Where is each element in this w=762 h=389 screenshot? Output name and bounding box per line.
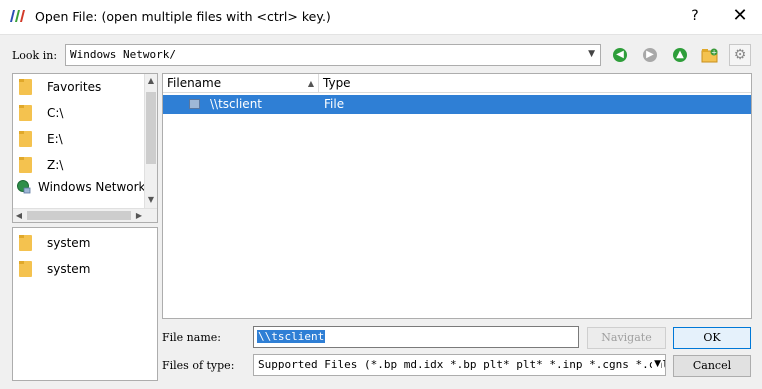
- arrow-left-icon: ◀: [613, 48, 627, 62]
- close-button[interactable]: ✕: [728, 5, 752, 27]
- cancel-button[interactable]: Cancel: [673, 355, 751, 377]
- arrow-right-icon: ▶: [643, 48, 657, 62]
- title-bar: Open File: (open multiple files with <ct…: [0, 0, 762, 34]
- filetype-label: Files of type:: [162, 359, 235, 372]
- filetype-value: Supported Files (*.bp md.idx *.bp plt* p…: [258, 358, 666, 371]
- recent-item-system[interactable]: system: [19, 259, 90, 279]
- folder-icon: [19, 105, 32, 121]
- scroll-right-icon[interactable]: ▶: [133, 209, 145, 222]
- lookin-value: Windows Network/: [70, 48, 176, 61]
- ok-button[interactable]: OK: [673, 327, 751, 349]
- file-list[interactable]: Filename ▲ Type \\tsclient File: [162, 73, 752, 319]
- arrow-up-icon: ▲: [673, 48, 687, 62]
- forward-button[interactable]: ▶: [639, 44, 661, 66]
- column-header-filename[interactable]: Filename ▲: [163, 74, 319, 93]
- sidebar-recent: system system: [12, 227, 158, 381]
- paraview-app-icon: [10, 10, 25, 22]
- sidebar-item-z-drive[interactable]: Z:\: [19, 155, 63, 175]
- sidebar-horizontal-scrollbar[interactable]: ◀ ▶: [13, 208, 157, 222]
- folder-icon: [19, 79, 32, 95]
- settings-button[interactable]: ⚙: [729, 44, 751, 66]
- folder-icon: [19, 157, 32, 173]
- scroll-left-icon[interactable]: ◀: [13, 209, 25, 222]
- network-icon: [17, 180, 31, 194]
- gear-icon: ⚙: [733, 47, 747, 63]
- chevron-down-icon: ▼: [588, 49, 595, 59]
- filename-label: File name:: [162, 331, 221, 344]
- new-folder-icon: +: [701, 48, 718, 63]
- file-type: File: [324, 97, 345, 111]
- sidebar-item-c-drive[interactable]: C:\: [19, 103, 63, 123]
- sidebar-item-windows-network[interactable]: Windows Network: [17, 177, 145, 197]
- filetype-combobox[interactable]: Supported Files (*.bp md.idx *.bp plt* p…: [253, 354, 666, 376]
- sidebar-item-label: Z:\: [47, 158, 64, 172]
- scroll-up-icon[interactable]: ▲: [145, 74, 157, 88]
- folder-icon: [19, 131, 32, 147]
- filename-value: \\tsclient: [257, 330, 326, 343]
- scrollbar-thumb[interactable]: [146, 92, 156, 164]
- column-header-type[interactable]: Type: [319, 74, 751, 93]
- lookin-label: Look in:: [12, 49, 58, 62]
- chevron-down-icon: ▼: [652, 359, 661, 369]
- sidebar-item-label: C:\: [47, 106, 64, 120]
- scrollbar-thumb[interactable]: [27, 211, 131, 220]
- sidebar-item-label: Windows Network: [38, 180, 146, 194]
- folder-icon: [19, 235, 32, 251]
- scroll-down-icon[interactable]: ▼: [145, 193, 157, 207]
- sidebar-item-e-drive[interactable]: E:\: [19, 129, 63, 149]
- sort-ascending-icon: ▲: [307, 79, 314, 88]
- network-share-icon: [189, 99, 200, 109]
- back-button[interactable]: ◀: [609, 44, 631, 66]
- sidebar-item-favorites[interactable]: Favorites: [19, 77, 101, 97]
- sidebar-vertical-scrollbar[interactable]: ▲ ▼: [144, 74, 157, 208]
- sidebar-places: Favorites C:\ E:\ Z:\ Windows Network ▲ …: [12, 73, 158, 223]
- recent-item-system[interactable]: system: [19, 233, 90, 253]
- recent-item-label: system: [47, 236, 91, 250]
- new-folder-button[interactable]: +: [699, 44, 721, 66]
- folder-icon: [19, 261, 32, 277]
- navigate-button[interactable]: Navigate: [587, 327, 666, 349]
- svg-text:+: +: [711, 49, 717, 57]
- sidebar-item-label: Favorites: [47, 80, 102, 94]
- lookin-combobox[interactable]: Windows Network/ ▼: [65, 44, 601, 66]
- sidebar-item-label: E:\: [47, 132, 63, 146]
- file-row[interactable]: \\tsclient File: [163, 95, 751, 114]
- file-name: \\tsclient: [210, 97, 263, 111]
- dialog-body: Look in: Windows Network/ ▼ ◀ ▶ ▲ + ⚙ Fa…: [0, 34, 762, 389]
- parent-directory-button[interactable]: ▲: [669, 44, 691, 66]
- filename-input[interactable]: \\tsclient: [253, 326, 579, 348]
- recent-item-label: system: [47, 262, 91, 276]
- window-title: Open File: (open multiple files with <ct…: [35, 9, 331, 24]
- help-button[interactable]: ?: [683, 5, 707, 27]
